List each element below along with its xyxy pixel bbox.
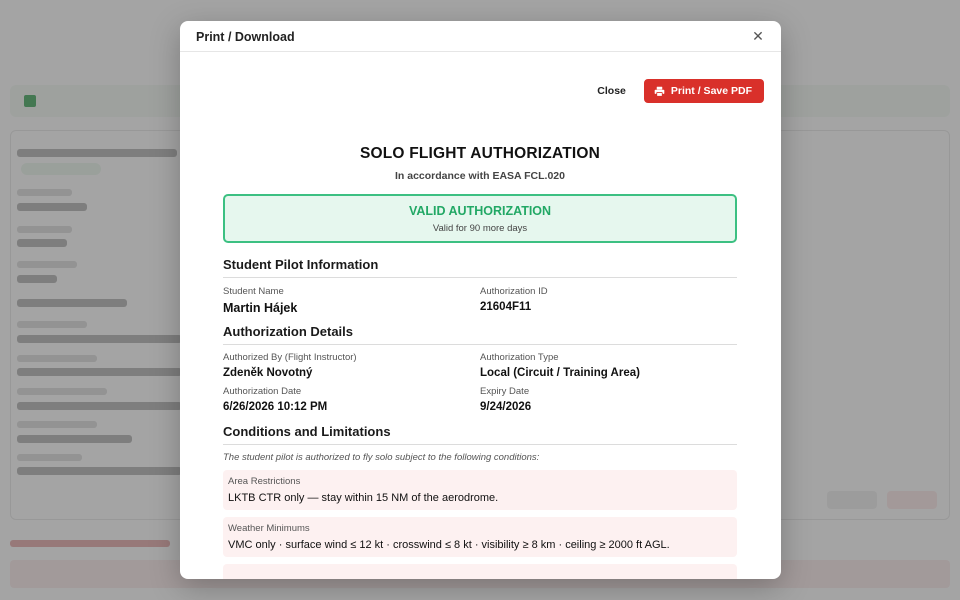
conditions-section: Conditions and Limitations The student p… <box>223 424 737 579</box>
print-button-label: Print / Save PDF <box>670 85 752 97</box>
authorization-type-field: Authorization Type Local (Circuit / Trai… <box>480 352 737 379</box>
document-title: SOLO FLIGHT AUTHORIZATION <box>359 145 601 162</box>
authorized-by-field: Authorized By (Flight Instructor) Zdeněk… <box>223 352 480 379</box>
condition-text: VMC only · surface wind ≤ 12 kt · crossw… <box>228 539 670 551</box>
condition-text: LKTB CTR only — stay within 15 NM of the… <box>228 492 499 504</box>
modal-actions: Close Print / Save PDF <box>597 79 764 103</box>
print-download-modal: Print / Download ✕ Close Print / Save PD… <box>180 21 781 579</box>
details-section: Authorization Details Authorized By (Fli… <box>223 324 737 420</box>
field-value: 9/24/2026 <box>480 401 532 413</box>
condition-item <box>223 564 737 579</box>
validity-detail: Valid for 90 more days <box>432 223 528 234</box>
conditions-intro: The student pilot is authorized to fly s… <box>223 452 540 463</box>
field-value: 6/26/2026 10:12 PM <box>223 401 328 413</box>
field-label: Authorization ID <box>480 286 548 297</box>
field-label: Authorization Date <box>223 386 302 397</box>
field-value: Martin Hájek <box>223 301 298 315</box>
authorization-document: SOLO FLIGHT AUTHORIZATION In accordance … <box>223 145 737 579</box>
condition-item: Weather Minimums VMC only · surface wind… <box>223 517 737 557</box>
authorization-id-field: Authorization ID 21604F11 <box>480 286 737 315</box>
field-label: Authorization Type <box>480 352 559 363</box>
student-section: Student Pilot Information Student Name M… <box>223 257 737 322</box>
close-button[interactable]: Close <box>597 85 626 97</box>
student-name-field: Student Name Martin Hájek <box>223 286 480 315</box>
condition-label: Area Restrictions <box>228 476 301 487</box>
expiry-date-field: Expiry Date 9/24/2026 <box>480 386 737 413</box>
field-label: Student Name <box>223 286 284 297</box>
print-save-pdf-button[interactable]: Print / Save PDF <box>643 79 764 103</box>
field-label: Expiry Date <box>480 386 530 397</box>
condition-item: Area Restrictions LKTB CTR only — stay w… <box>223 470 737 510</box>
validity-status-box: VALID AUTHORIZATION Valid for 90 more da… <box>223 194 737 243</box>
validity-heading: VALID AUTHORIZATION <box>408 204 552 218</box>
field-value: Local (Circuit / Training Area) <box>480 367 640 379</box>
close-icon[interactable]: ✕ <box>749 27 767 45</box>
condition-label: Weather Minimums <box>228 523 310 534</box>
section-title: Authorization Details <box>223 324 737 345</box>
field-value: 21604F11 <box>480 301 532 313</box>
field-label: Authorized By (Flight Instructor) <box>223 352 357 363</box>
document-subtitle: In accordance with EASA FCL.020 <box>395 170 565 182</box>
section-title: Student Pilot Information <box>223 257 737 278</box>
modal-title: Print / Download <box>196 30 295 44</box>
section-title: Conditions and Limitations <box>223 424 737 445</box>
field-value: Zdeněk Novotný <box>223 367 313 379</box>
printer-icon <box>654 86 665 97</box>
modal-header: Print / Download ✕ <box>180 21 781 52</box>
authorization-date-field: Authorization Date 6/26/2026 10:12 PM <box>223 386 480 413</box>
